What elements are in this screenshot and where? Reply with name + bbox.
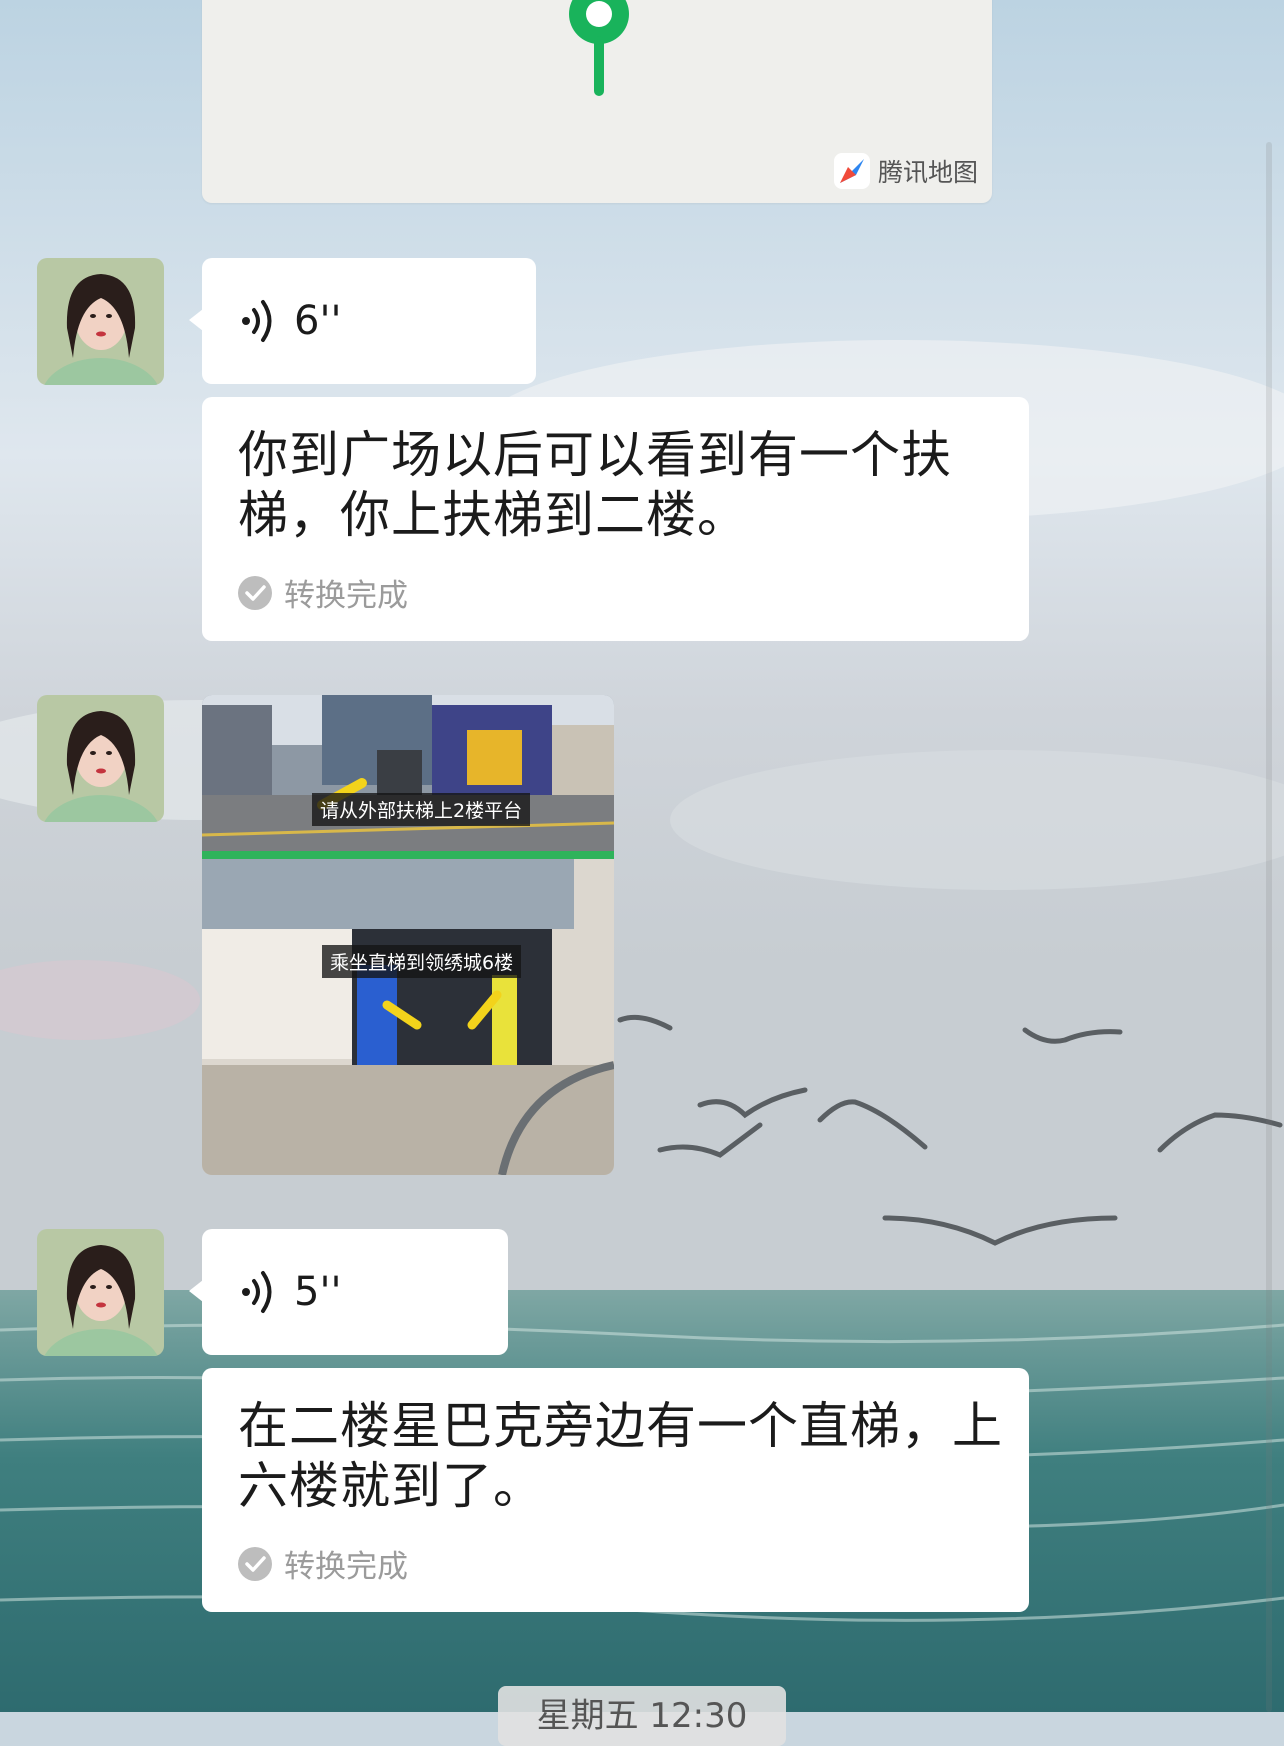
scrollbar[interactable] — [1266, 142, 1272, 1712]
timestamp-divider: 星期五 12:30 — [498, 1686, 786, 1746]
voice-wave-icon — [242, 300, 272, 342]
avatar-image — [37, 1229, 164, 1356]
map-pin-icon — [569, 0, 629, 96]
voice-transcript-bubble[interactable]: 在二楼星巴克旁边有一个直梯，上六楼就到了。 转换完成 — [202, 1368, 1029, 1612]
location-map-card[interactable]: 腾讯地图 — [202, 0, 992, 203]
avatar-image — [37, 695, 164, 822]
avatar[interactable] — [37, 258, 164, 385]
voice-duration: 6'' — [294, 298, 342, 344]
map-brand-label: 腾讯地图 — [877, 158, 978, 187]
direction-photo — [202, 695, 614, 1175]
voice-wave-icon — [242, 1271, 272, 1313]
voice-transcript-bubble[interactable]: 你到广场以后可以看到有一个扶梯，你上扶梯到二楼。 转换完成 — [202, 397, 1029, 641]
tencent-map-logo-icon — [833, 153, 870, 189]
transcript-status: 转换完成 — [238, 570, 408, 615]
transcript-text: 你到广场以后可以看到有一个扶梯，你上扶梯到二楼。 — [238, 426, 952, 544]
avatar-image — [37, 258, 164, 385]
voice-message-bubble[interactable]: 5'' — [189, 1229, 508, 1355]
photo-caption: 请从外部扶梯上2楼平台 — [312, 793, 531, 826]
transcript-text: 在二楼星巴克旁边有一个直梯，上六楼就到了。 — [238, 1397, 1003, 1515]
photo-caption: 乘坐直梯到领绣城6楼 — [322, 945, 522, 978]
transcript-status-label: 转换完成 — [284, 578, 408, 614]
avatar[interactable] — [37, 695, 164, 822]
voice-duration: 5'' — [294, 1269, 342, 1315]
check-circle-icon — [238, 1546, 272, 1581]
transcript-status: 转换完成 — [238, 1541, 408, 1586]
image-message[interactable]: 请从外部扶梯上2楼平台 乘坐直梯到领绣城6楼 — [202, 695, 614, 1175]
map-brand: 腾讯地图 — [833, 153, 978, 189]
voice-message-bubble[interactable]: 6'' — [189, 258, 536, 384]
avatar[interactable] — [37, 1229, 164, 1356]
transcript-status-label: 转换完成 — [284, 1549, 408, 1585]
check-circle-icon — [238, 575, 272, 610]
